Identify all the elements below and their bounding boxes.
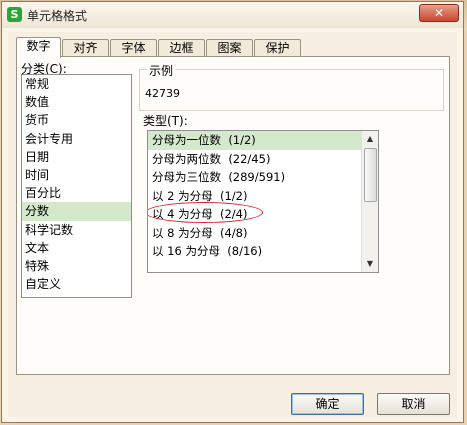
dialog-body: 数字 对齐 字体 边框 图案 保护 分类(C): 常规 数值 货币 会计专用 日… [8,32,457,418]
category-item[interactable]: 常规 [22,75,131,93]
category-item[interactable]: 科学记数 [22,221,131,239]
type-item-highlighted[interactable]: 以 4 为分母 (2/4) [148,202,378,224]
type-format: (1/2) [228,133,256,147]
type-format: (289/591) [228,170,286,184]
app-icon: S [7,7,22,22]
cancel-button[interactable]: 取消 [377,393,450,415]
type-format: (1/2) [219,188,248,203]
sample-value: 42739 [145,87,180,100]
scroll-down-arrow-icon[interactable]: ▼ [362,256,378,272]
type-format: (4/8) [219,225,248,240]
type-name: 以 16 为分母 [152,244,220,258]
category-item[interactable]: 数值 [22,93,131,111]
category-item[interactable]: 文本 [22,239,131,257]
type-item[interactable]: 分母为三位数 (289/591) [148,168,378,187]
type-name: 以 2 为分母 [152,188,213,203]
sample-group [139,69,444,111]
type-format: (2/4) [219,207,248,221]
title-bar[interactable]: S 单元格格式 ✕ [2,2,463,28]
type-name: 分母为三位数 [152,170,221,184]
category-item[interactable]: 时间 [22,166,131,184]
category-item[interactable]: 货币 [22,111,131,129]
sample-label: 示例 [147,62,176,79]
tab-number[interactable]: 数字 [16,37,61,58]
type-item[interactable]: 分母为两位数 (22/45) [148,150,378,169]
type-item[interactable]: 以 8 为分母 (4/8) [148,224,378,243]
scroll-thumb[interactable] [364,148,377,202]
scroll-up-arrow-icon[interactable]: ▲ [362,131,378,147]
category-item[interactable]: 日期 [22,148,131,166]
category-item[interactable]: 特殊 [22,257,131,275]
tab-protection[interactable]: 保护 [254,39,301,57]
type-label: 类型(T): [143,114,188,128]
type-item[interactable]: 以 16 为分母 (8/16) [148,242,378,261]
type-format: (22/45) [228,151,271,166]
tab-border[interactable]: 边框 [158,39,205,57]
ok-button[interactable]: 确定 [291,393,364,415]
type-list-scrollbar[interactable]: ▲ ▼ [361,131,378,272]
category-list[interactable]: 常规 数值 货币 会计专用 日期 时间 百分比 分数 科学记数 文本 特殊 自定… [21,74,132,298]
type-name: 分母为两位数 [152,151,221,166]
type-name: 分母为一位数 [152,133,221,147]
category-item[interactable]: 自定义 [22,275,131,293]
category-item[interactable]: 百分比 [22,184,131,202]
format-cells-dialog: S 单元格格式 ✕ 数字 对齐 字体 边框 图案 保护 分类(C): 常规 数值… [1,1,464,423]
type-list[interactable]: 分母为一位数 (1/2) 分母为两位数 (22/45) 分母为三位数 (289/… [147,130,379,273]
category-item[interactable]: 会计专用 [22,130,131,148]
tab-font[interactable]: 字体 [110,39,157,57]
type-name: 以 8 为分母 [152,225,213,240]
type-format: (8/16) [227,244,263,258]
type-item-selected[interactable]: 分母为一位数 (1/2) [148,131,363,150]
type-item[interactable]: 以 2 为分母 (1/2) [148,187,378,206]
category-item-selected[interactable]: 分数 [22,202,131,221]
dialog-title: 单元格格式 [27,9,88,23]
type-name: 以 4 为分母 [152,207,213,221]
tab-pattern[interactable]: 图案 [206,39,253,57]
close-button[interactable]: ✕ [419,4,459,22]
number-panel: 分类(C): 常规 数值 货币 会计专用 日期 时间 百分比 分数 科学记数 文… [16,56,450,375]
tab-alignment[interactable]: 对齐 [62,39,109,57]
